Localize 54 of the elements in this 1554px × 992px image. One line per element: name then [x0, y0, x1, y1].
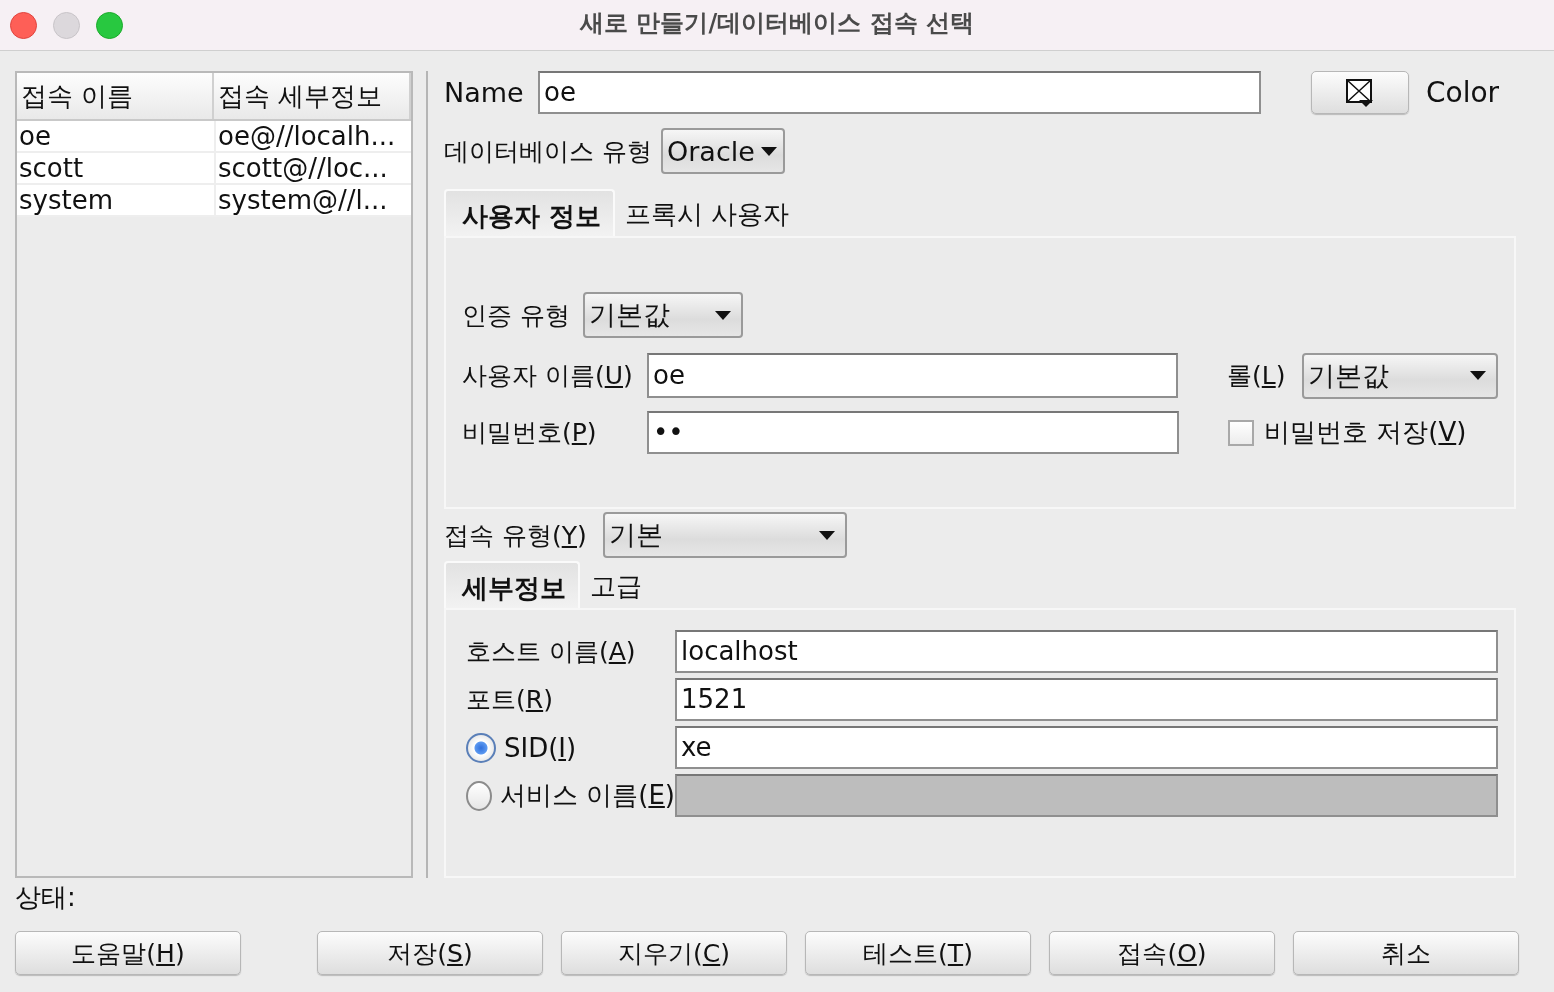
status-label: 상태:	[15, 882, 76, 912]
radio-button[interactable]	[466, 780, 492, 811]
button[interactable]: 저장(S)	[317, 931, 543, 975]
tab[interactable]: 고급	[580, 561, 652, 608]
dropdown[interactable]: 기본	[603, 512, 847, 558]
field-label: 접속 유형(Y)	[444, 519, 588, 552]
dropdown[interactable]: 기본값	[1302, 352, 1498, 399]
field-label: 롤(L)	[1227, 360, 1287, 392]
button[interactable]: 접속(O)	[1049, 931, 1275, 975]
input-field[interactable]: ••	[647, 411, 1179, 454]
caret-icon	[1470, 371, 1486, 380]
input-field[interactable]: 1521	[675, 678, 1498, 721]
field-label: 비밀번호(P)	[462, 417, 598, 449]
radio-label: SID(I)	[504, 732, 577, 763]
button[interactable]: 도움말(H)	[15, 931, 241, 975]
no-color-icon	[1345, 77, 1375, 108]
field-label: Name	[444, 77, 525, 108]
column-header[interactable]: 접속 세부정보	[214, 73, 411, 119]
field-label: 포트(R)	[466, 684, 554, 716]
button[interactable]: 지우기(C)	[561, 931, 787, 975]
connection-details-cell[interactable]: system@//l...	[214, 185, 411, 215]
window-title: 새로 만들기/데이터베이스 접속 선택	[580, 9, 974, 37]
close-button[interactable]	[10, 11, 37, 39]
caret-icon	[715, 310, 731, 320]
tab[interactable]: 세부정보	[444, 561, 580, 608]
connection-name-cell[interactable]: scott	[17, 153, 214, 183]
dropdown[interactable]: 기본값	[583, 292, 743, 338]
connection-details-cell[interactable]: scott@//loc...	[214, 153, 411, 183]
field-label: 사용자 이름(U)	[462, 360, 634, 392]
dropdown[interactable]: Oracle	[661, 128, 785, 174]
caret-icon	[819, 530, 835, 540]
tab[interactable]: 프록시 사용자	[615, 189, 800, 236]
input-field[interactable]: oe	[538, 71, 1261, 114]
radio-label: 서비스 이름(E)	[500, 779, 675, 812]
field-label: 호스트 이름(A)	[466, 636, 637, 668]
column-header[interactable]: 접속 이름	[17, 73, 214, 119]
radio-button[interactable]	[466, 732, 496, 763]
button[interactable]: 취소	[1293, 931, 1519, 975]
connection-details-cell[interactable]: oe@//localh...	[214, 121, 411, 151]
input-field[interactable]: oe	[647, 353, 1178, 398]
color-picker-button[interactable]	[1311, 71, 1409, 114]
input-field[interactable]: localhost	[675, 630, 1498, 673]
button[interactable]: 테스트(T)	[805, 931, 1031, 975]
caret-icon	[760, 146, 777, 156]
checkbox-label: 비밀번호 저장(V)	[1264, 416, 1467, 449]
connection-name-cell[interactable]: oe	[17, 121, 214, 151]
field-label: 인증 유형	[462, 299, 571, 332]
checkbox[interactable]	[1228, 419, 1254, 446]
zoom-button[interactable]	[96, 11, 123, 39]
input-field[interactable]: xe	[675, 726, 1498, 769]
field-label: 데이터베이스 유형	[444, 135, 653, 168]
tab[interactable]: 사용자 정보	[444, 189, 616, 236]
connection-name-cell[interactable]: system	[17, 185, 214, 215]
field-label: Color	[1426, 76, 1500, 109]
